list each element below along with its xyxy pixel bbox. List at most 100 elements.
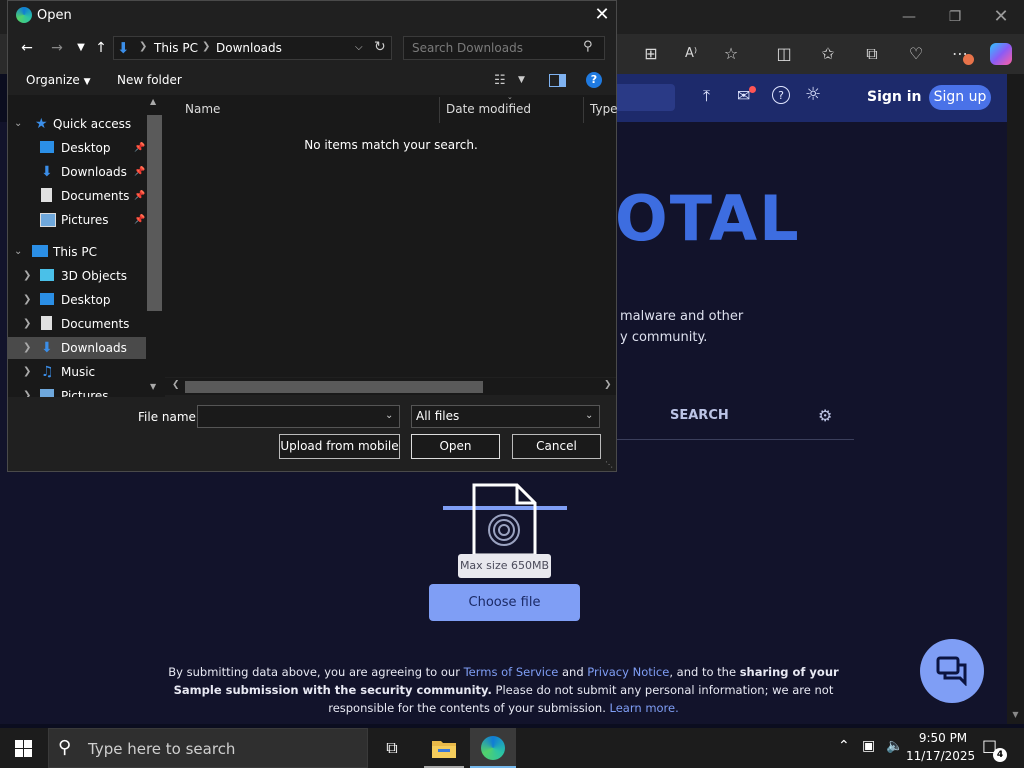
- file-name-input[interactable]: ⌄: [197, 405, 400, 428]
- volume-muted-icon[interactable]: 🔈: [886, 738, 903, 754]
- collapsed-chevron-icon[interactable]: ❯: [23, 265, 31, 287]
- new-folder-button[interactable]: New folder: [117, 73, 182, 87]
- minimize-button[interactable]: —: [898, 6, 920, 28]
- view-options-icon[interactable]: ☷: [494, 73, 506, 88]
- read-aloud-icon[interactable]: A⁾: [678, 42, 704, 66]
- tab-vt-intelligence-icon[interactable]: ⚙: [818, 406, 832, 425]
- resize-grip-icon[interactable]: ⋱: [605, 460, 613, 469]
- nav-qa-desktop[interactable]: Desktop 📌: [8, 137, 148, 159]
- help-icon[interactable]: ?: [586, 72, 602, 88]
- nav-qa-documents[interactable]: Documents 📌: [8, 185, 148, 207]
- cancel-button[interactable]: Cancel: [512, 434, 601, 459]
- page-scrollbar[interactable]: ▼: [1007, 74, 1024, 724]
- recent-locations-chevron-icon[interactable]: ▼: [71, 38, 91, 58]
- header-search-box[interactable]: [617, 84, 675, 111]
- collections-icon[interactable]: ⧉: [859, 42, 885, 66]
- upload-icon[interactable]: ⤒: [703, 86, 710, 106]
- column-divider[interactable]: [583, 97, 584, 123]
- column-divider[interactable]: [439, 97, 440, 123]
- clock-time[interactable]: 9:50 PM: [912, 731, 974, 745]
- organize-menu[interactable]: Organize ▼: [26, 73, 91, 87]
- open-button[interactable]: Open: [411, 434, 500, 459]
- expanded-chevron-icon[interactable]: ⌄: [14, 113, 22, 135]
- window-close-button[interactable]: ✕: [990, 6, 1012, 28]
- site-header: ⤒ ✉ ? ☼ Sign in Sign up: [617, 74, 1007, 122]
- chat-button[interactable]: [920, 639, 984, 703]
- favorites-icon[interactable]: ✩: [815, 42, 841, 66]
- nav-music[interactable]: ❯ ♫ Music: [8, 361, 148, 383]
- apps-icon[interactable]: ⊞: [638, 42, 664, 66]
- organize-label: Organize: [26, 73, 80, 87]
- clock-date[interactable]: 11/17/2025: [906, 749, 975, 763]
- up-arrow-icon[interactable]: ↑: [91, 38, 111, 58]
- split-screen-icon[interactable]: ◫: [771, 42, 797, 66]
- privacy-notice-link[interactable]: Privacy Notice: [587, 665, 669, 679]
- collapsed-chevron-icon[interactable]: ❯: [23, 313, 31, 335]
- address-dropdown-chevron-icon[interactable]: ⌵: [355, 42, 363, 53]
- favorite-star-icon[interactable]: ☆: [718, 42, 744, 66]
- start-button[interactable]: [0, 728, 48, 768]
- scroll-down-arrow-icon[interactable]: ▼: [1007, 708, 1024, 722]
- nav-3d-objects[interactable]: ❯ 3D Objects: [8, 265, 148, 287]
- browser-essentials-icon[interactable]: ♡: [903, 42, 929, 66]
- tab-search[interactable]: SEARCH: [670, 408, 729, 423]
- nav-pane-scrollbar-thumb[interactable]: [147, 115, 162, 311]
- learn-more-link[interactable]: Learn more.: [610, 701, 679, 715]
- collapsed-chevron-icon[interactable]: ❯: [23, 289, 31, 311]
- breadcrumb-separator-icon[interactable]: ❯: [202, 41, 210, 52]
- show-hidden-icons-chevron-icon[interactable]: ⌃: [838, 738, 850, 754]
- nav-quick-access[interactable]: ⌄ ★ Quick access: [8, 113, 148, 135]
- horizontal-scrollbar-thumb[interactable]: [185, 381, 483, 393]
- nav-qa-downloads[interactable]: ⬇ Downloads 📌: [8, 161, 148, 183]
- breadcrumb-separator-icon[interactable]: ❯: [139, 41, 147, 52]
- search-icon: ⚲: [58, 737, 72, 758]
- nav-scroll-up-icon[interactable]: ▲: [150, 97, 156, 106]
- sign-up-button[interactable]: Sign up: [929, 85, 991, 110]
- fingerprint-file-icon: [443, 483, 567, 557]
- scroll-right-icon[interactable]: ❯: [604, 380, 612, 390]
- terms-bold-text: sharing of your: [739, 665, 839, 679]
- copilot-icon[interactable]: [990, 43, 1012, 65]
- scroll-left-icon[interactable]: ❮: [172, 380, 180, 390]
- chat-icon: [936, 656, 967, 686]
- terms-of-service-link[interactable]: Terms of Service: [464, 665, 559, 679]
- chevron-down-icon[interactable]: ⌄: [385, 410, 393, 421]
- collapsed-chevron-icon[interactable]: ❯: [23, 385, 31, 397]
- nav-this-pc[interactable]: ⌄ This PC: [8, 241, 148, 263]
- breadcrumb-downloads[interactable]: Downloads: [216, 41, 282, 55]
- column-header-type[interactable]: Type: [590, 102, 618, 116]
- notification-dot: [749, 86, 756, 93]
- file-explorer-taskbar-button[interactable]: [424, 728, 464, 768]
- nav-scroll-down-icon[interactable]: ▼: [150, 382, 156, 391]
- network-icon[interactable]: ▣: [862, 738, 875, 754]
- back-arrow-icon[interactable]: ←: [17, 38, 37, 58]
- nav-desktop[interactable]: ❯ Desktop: [8, 289, 148, 311]
- column-header-date-modified[interactable]: Date modified: [446, 102, 531, 116]
- nav-qa-pictures[interactable]: Pictures 📌: [8, 209, 148, 231]
- forward-arrow-icon[interactable]: →: [47, 38, 67, 58]
- choose-file-button[interactable]: Choose file: [429, 584, 580, 621]
- search-icon[interactable]: ⚲: [583, 39, 593, 54]
- collapsed-chevron-icon[interactable]: ❯: [23, 361, 31, 383]
- nav-pictures-partial[interactable]: ❯ Pictures: [8, 385, 148, 397]
- upload-from-mobile-button[interactable]: Upload from mobile: [279, 434, 400, 459]
- breadcrumb-this-pc[interactable]: This PC: [154, 41, 198, 55]
- task-view-icon[interactable]: ⧉: [378, 735, 406, 761]
- refresh-icon[interactable]: ↻: [374, 39, 386, 55]
- expanded-chevron-icon[interactable]: ⌄: [14, 241, 22, 263]
- chevron-down-icon[interactable]: ⌄: [585, 410, 593, 421]
- nav-downloads-selected[interactable]: ❯ ⬇ Downloads: [8, 337, 146, 359]
- collapsed-chevron-icon[interactable]: ❯: [23, 337, 31, 359]
- nav-documents[interactable]: ❯ Documents: [8, 313, 148, 335]
- dialog-close-button[interactable]: ✕: [590, 3, 614, 27]
- tab-divider: [617, 439, 854, 440]
- restore-button[interactable]: ❐: [944, 6, 966, 28]
- sign-in-link[interactable]: Sign in: [867, 89, 922, 105]
- nav-pictures[interactable]: ❯ Pictures: [8, 385, 148, 397]
- edge-taskbar-button[interactable]: [470, 728, 516, 768]
- view-chevron-down-icon[interactable]: ▼: [518, 75, 525, 85]
- help-icon[interactable]: ?: [772, 86, 790, 104]
- column-header-name[interactable]: Name: [185, 102, 220, 116]
- theme-toggle-icon[interactable]: ☼: [805, 84, 821, 105]
- preview-pane-icon[interactable]: [549, 74, 566, 87]
